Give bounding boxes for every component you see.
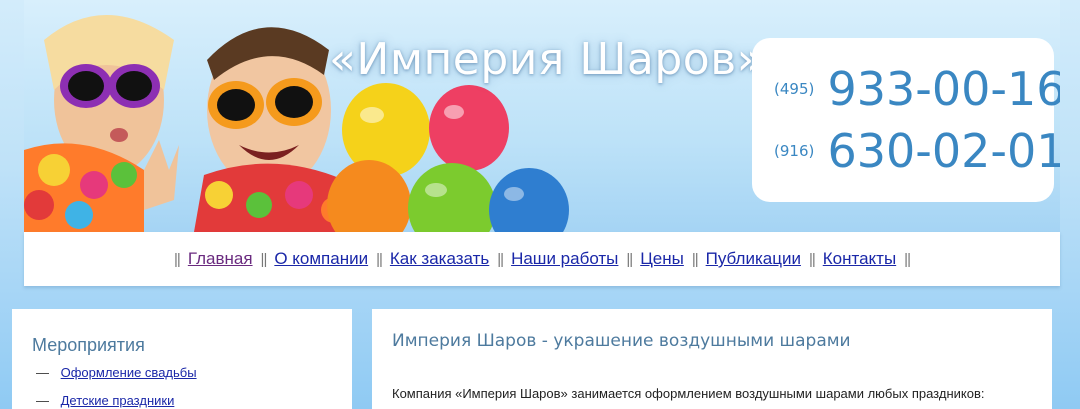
nav-link-publications[interactable]: Публикации: [706, 249, 801, 269]
phone-2-number: 630-02-01: [827, 124, 1060, 178]
nav-link-prices[interactable]: Цены: [640, 249, 684, 269]
nav-separator: ||: [626, 250, 633, 268]
nav-link-home[interactable]: Главная: [188, 249, 253, 269]
sidebar-link-kids-parties[interactable]: Детские праздники: [61, 393, 175, 408]
sidebar-link-wedding[interactable]: Оформление свадьбы: [61, 365, 197, 380]
phone-1-code: (495): [774, 80, 815, 98]
nav-separator: ||: [808, 250, 816, 268]
phone-2: (916) 630-02-01: [774, 124, 1060, 178]
sidebar-list: — Оформление свадьбы — Детские праздники: [36, 365, 197, 409]
phone-1-number: 933-00-16: [827, 62, 1060, 116]
intro-text: Компания «Империя Шаров» занимается офор…: [392, 386, 985, 401]
nav-separator: ||: [376, 250, 383, 268]
header-banner: «Империя Шаров» (495) 933-00-16 (916) 63…: [24, 0, 1060, 232]
list-item: — Детские праздники: [36, 393, 197, 409]
site-title: «Империя Шаров»: [329, 34, 765, 85]
nav-link-how-to-order[interactable]: Как заказать: [390, 249, 489, 269]
phone-2-code: (916): [774, 142, 815, 160]
main-navigation: || Главная || О компании || Как заказать…: [24, 232, 1060, 286]
sidebar-title: Мероприятия: [32, 335, 145, 355]
nav-separator: ||: [904, 250, 911, 268]
sidebar: Мероприятия — Оформление свадьбы — Детск…: [12, 309, 352, 409]
nav-link-our-works[interactable]: Наши работы: [511, 249, 618, 269]
nav-separator: ||: [260, 250, 268, 268]
nav-link-about[interactable]: О компании: [274, 249, 368, 269]
main-content: Империя Шаров - украшение воздушными шар…: [372, 309, 1052, 409]
nav-link-contacts[interactable]: Контакты: [823, 249, 896, 269]
party-people-image: [24, 15, 347, 232]
nav-separator: ||: [497, 250, 504, 268]
list-item: — Оформление свадьбы: [36, 365, 197, 393]
balloons-image: [327, 83, 569, 232]
phone-box: (495) 933-00-16 (916) 630-02-01: [752, 38, 1060, 202]
page-title: Империя Шаров - украшение воздушными шар…: [392, 331, 851, 351]
list-bullet: —: [36, 365, 49, 380]
nav-separator: ||: [174, 250, 181, 268]
list-bullet: —: [36, 393, 49, 408]
nav-separator: ||: [691, 250, 699, 268]
phone-1: (495) 933-00-16: [774, 62, 1060, 116]
